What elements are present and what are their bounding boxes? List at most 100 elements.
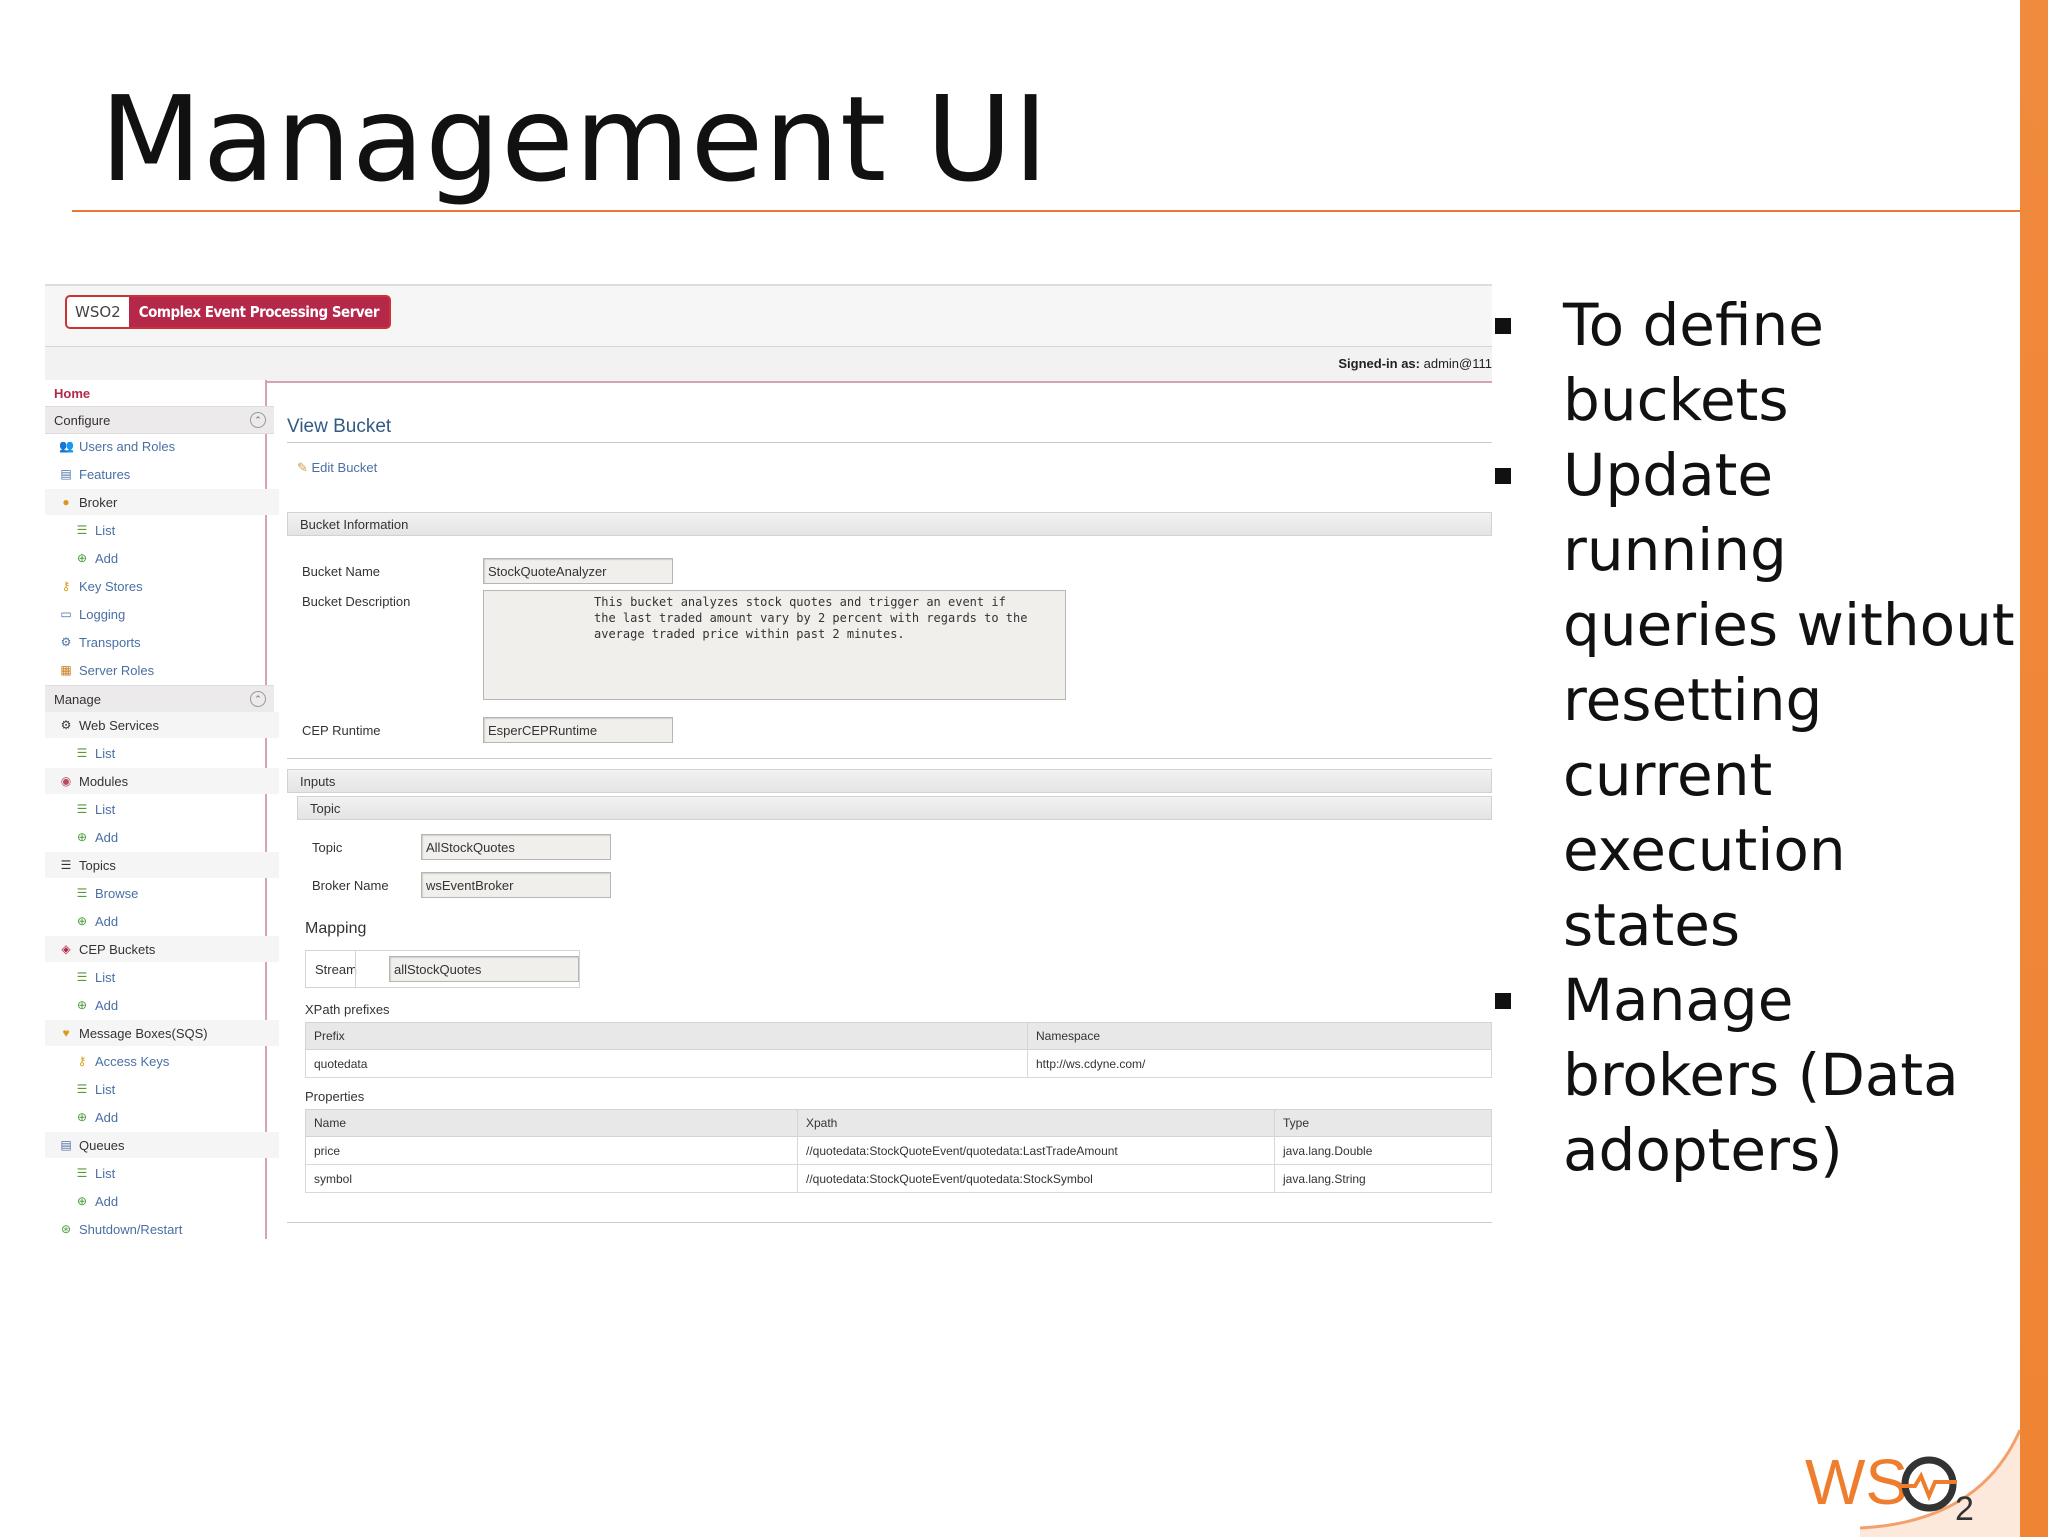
sidebar-item-label: Message Boxes(SQS)	[79, 1025, 208, 1041]
sidebar-item-label: Add	[95, 550, 119, 566]
sidebar-item-topics-browse[interactable]: ☰ Browse	[45, 880, 295, 906]
table-row: symbol //quotedata:StockQuoteEvent/quote…	[305, 1164, 1492, 1193]
collapse-icon[interactable]: ⌃	[250, 691, 266, 707]
topic-label: Topic	[312, 840, 343, 855]
section-label: Configure	[54, 412, 111, 428]
sidebar-item-shutdown[interactable]: ⊛ Shutdown/Restart	[45, 1216, 279, 1239]
divider	[287, 758, 1492, 759]
sidebar-item-label: Server Roles	[79, 662, 155, 678]
cep-management-console: WSO2 Complex Event Processing Server Sig…	[45, 284, 1492, 1239]
sidebar-item-label: List	[95, 1081, 116, 1097]
sidebar-item-cep-add[interactable]: ⊕ Add	[45, 992, 295, 1018]
bucket-info-header: Bucket Information	[287, 512, 1492, 536]
sidebar-item-modules-add[interactable]: ⊕ Add	[45, 824, 295, 850]
sidebar-item-transports[interactable]: ⚙ Transports	[45, 629, 279, 655]
sidebar-item-users-roles[interactable]: 👥 Users and Roles	[45, 433, 279, 459]
sidebar-item-label: Add	[95, 997, 119, 1013]
sidebar-item-topics[interactable]: ☰ Topics	[45, 852, 279, 878]
sidebar-item-mb-add[interactable]: ⊕ Add	[45, 1104, 295, 1130]
table-cell: quotedata	[305, 1049, 1028, 1078]
column-header: Type	[1274, 1109, 1492, 1137]
sidebar-item-key-stores[interactable]: ⚷ Key Stores	[45, 573, 279, 599]
sidebar-item-broker-add[interactable]: ⊕ Add	[45, 545, 295, 571]
users-icon: 👥	[59, 439, 74, 453]
column-header: Prefix	[305, 1022, 1028, 1050]
list-icon: ☰	[76, 523, 88, 537]
sidebar-item-server-roles[interactable]: ▦ Server Roles	[45, 657, 279, 683]
signed-in-label: Signed-in as:	[1338, 356, 1420, 371]
table-row: price //quotedata:StockQuoteEvent/quoted…	[305, 1136, 1492, 1165]
list-icon: ☰	[76, 802, 88, 816]
message-box-icon: ♥	[62, 1026, 70, 1040]
broker-name-field[interactable]: wsEventBroker	[421, 872, 611, 898]
bucket-icon: ◈	[61, 942, 71, 956]
sidebar-item-features[interactable]: ▤ Features	[45, 461, 279, 487]
sidebar-item-access-keys[interactable]: ⚷ Access Keys	[45, 1048, 295, 1074]
cep-runtime-field[interactable]: EsperCEPRuntime	[483, 717, 673, 743]
stream-field[interactable]: allStockQuotes	[389, 956, 579, 982]
product-name: Complex Event Processing Server	[138, 303, 380, 321]
sidebar-item-ws-list[interactable]: ☰ List	[45, 740, 295, 766]
wso2-brand-logo: WSO2	[67, 297, 129, 327]
sidebar-section-manage[interactable]: Manage ⌃	[45, 685, 274, 713]
sidebar-item-mb-list[interactable]: ☰ List	[45, 1076, 295, 1102]
bucket-description-field[interactable]: This bucket analyzes stock quotes and tr…	[483, 590, 1066, 700]
sidebar-item-broker-list[interactable]: ☰ List	[45, 517, 295, 543]
section-label: Manage	[54, 691, 101, 707]
add-icon: ⊕	[76, 830, 88, 844]
mapping-label: Mapping	[305, 920, 367, 937]
sidebar-item-message-boxes[interactable]: ♥ Message Boxes(SQS)	[45, 1020, 279, 1046]
bullet-item: Update running queries without resetting…	[1495, 438, 2015, 963]
sidebar-item-label: List	[95, 522, 116, 538]
bullet-square-icon	[1495, 993, 1511, 1009]
add-icon: ⊕	[76, 1194, 88, 1208]
sidebar-item-label: Add	[95, 1109, 119, 1125]
sidebar-item-label: Features	[79, 466, 131, 482]
topic-field[interactable]: AllStockQuotes	[421, 834, 611, 860]
svg-text:2: 2	[1955, 1490, 1974, 1522]
shutdown-icon: ⊛	[60, 1222, 72, 1236]
main-content: View Bucket ✎ Edit Bucket Bucket Informa…	[267, 380, 1492, 1239]
sidebar-item-cep-list[interactable]: ☰ List	[45, 964, 295, 990]
sidebar-item-label: Browse	[95, 885, 139, 901]
sidebar-item-logging[interactable]: ▭ Logging	[45, 601, 279, 627]
sidebar-section-configure[interactable]: Configure ⌃	[45, 406, 274, 434]
sidebar-item-label: Logging	[79, 606, 126, 622]
column-header: Namespace	[1027, 1022, 1492, 1050]
sidebar-item-label: Access Keys	[95, 1053, 170, 1069]
sidebar-item-queues[interactable]: ▤ Queues	[45, 1132, 279, 1158]
sidebar-item-label: Add	[95, 1193, 119, 1209]
prefix-table: Prefix Namespace quotedata http://ws.cdy…	[305, 1022, 1492, 1078]
transports-icon: ⚙	[60, 635, 72, 649]
sidebar-item-label: CEP Buckets	[79, 941, 156, 957]
signed-in-user: admin@111	[1423, 356, 1492, 371]
sidebar-item-topics-add[interactable]: ⊕ Add	[45, 908, 295, 934]
sidebar-item-modules-list[interactable]: ☰ List	[45, 796, 295, 822]
wso2-logo-text: WS	[1805, 1446, 1908, 1518]
sidebar-item-broker[interactable]: ● Broker	[45, 489, 279, 515]
sidebar-item-modules[interactable]: ◉ Modules	[45, 768, 279, 794]
product-brand[interactable]: WSO2 Complex Event Processing Server	[65, 295, 391, 329]
table-cell: java.lang.String	[1274, 1164, 1492, 1193]
broker-icon: ●	[62, 495, 70, 509]
table-cell: symbol	[305, 1164, 798, 1193]
queues-icon: ▤	[60, 1138, 72, 1152]
bullet-text: To define buckets	[1563, 291, 1824, 434]
features-icon: ▤	[60, 467, 72, 481]
web-services-icon: ⚙	[60, 718, 72, 732]
table-row: quotedata http://ws.cdyne.com/	[305, 1049, 1492, 1078]
sidebar-item-cep-buckets[interactable]: ◈ CEP Buckets	[45, 936, 279, 962]
sidebar-item-queues-add[interactable]: ⊕ Add	[45, 1188, 295, 1214]
sidebar-item-label: Transports	[79, 634, 141, 650]
collapse-icon[interactable]: ⌃	[250, 412, 266, 428]
stream-label: Stream	[315, 962, 357, 977]
bucket-name-field[interactable]: StockQuoteAnalyzer	[483, 558, 673, 584]
table-cell: http://ws.cdyne.com/	[1027, 1049, 1492, 1078]
sidebar-item-queues-list[interactable]: ☰ List	[45, 1160, 295, 1186]
edit-bucket-link[interactable]: ✎ Edit Bucket	[297, 460, 377, 476]
sidebar-item-web-services[interactable]: ⚙ Web Services	[45, 712, 279, 738]
sidebar-item-label: Modules	[79, 773, 129, 789]
bucket-name-label: Bucket Name	[302, 564, 381, 579]
add-icon: ⊕	[76, 914, 88, 928]
sidebar-item-home[interactable]: Home	[45, 380, 274, 406]
